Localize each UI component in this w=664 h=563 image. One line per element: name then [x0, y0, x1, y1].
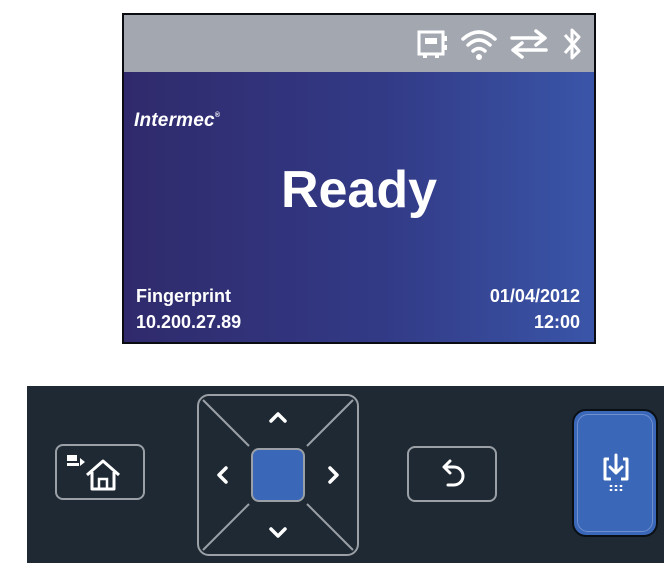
back-arrow-icon [439, 457, 469, 498]
transfer-arrows-icon [508, 27, 550, 61]
brand-logo: Intermec® [134, 110, 221, 131]
date-label: 01/04/2012 [489, 286, 580, 306]
home-button[interactable] [55, 444, 145, 500]
chevron-down-icon [269, 527, 287, 538]
feed-icon [599, 453, 635, 498]
status-bar [124, 15, 594, 72]
display-area: Intermec® Ready Fingerprint 10.200.27.89… [124, 72, 594, 342]
ok-button[interactable] [251, 448, 305, 502]
chevron-left-icon [217, 466, 228, 484]
printer-display: Intermec® Ready Fingerprint 10.200.27.89… [122, 13, 596, 344]
nav-right-button[interactable] [327, 465, 341, 490]
mode-label: Fingerprint [136, 286, 231, 306]
back-button[interactable] [407, 446, 497, 502]
home-icon [65, 451, 137, 500]
bluetooth-icon [560, 25, 584, 63]
nav-up-button[interactable] [268, 410, 288, 429]
navigation-pad [197, 394, 359, 556]
time-label: 12:00 [533, 312, 580, 332]
ip-address: 10.200.27.89 [136, 312, 242, 332]
keypad [27, 386, 664, 563]
status-text: Ready [280, 161, 438, 219]
chevron-right-icon [328, 466, 339, 484]
feed-button[interactable] [572, 409, 658, 537]
nav-left-button[interactable] [215, 465, 229, 490]
nav-down-button[interactable] [268, 526, 288, 545]
chevron-up-icon [269, 412, 287, 423]
wifi-icon [460, 27, 498, 61]
network-card-icon [416, 27, 450, 61]
